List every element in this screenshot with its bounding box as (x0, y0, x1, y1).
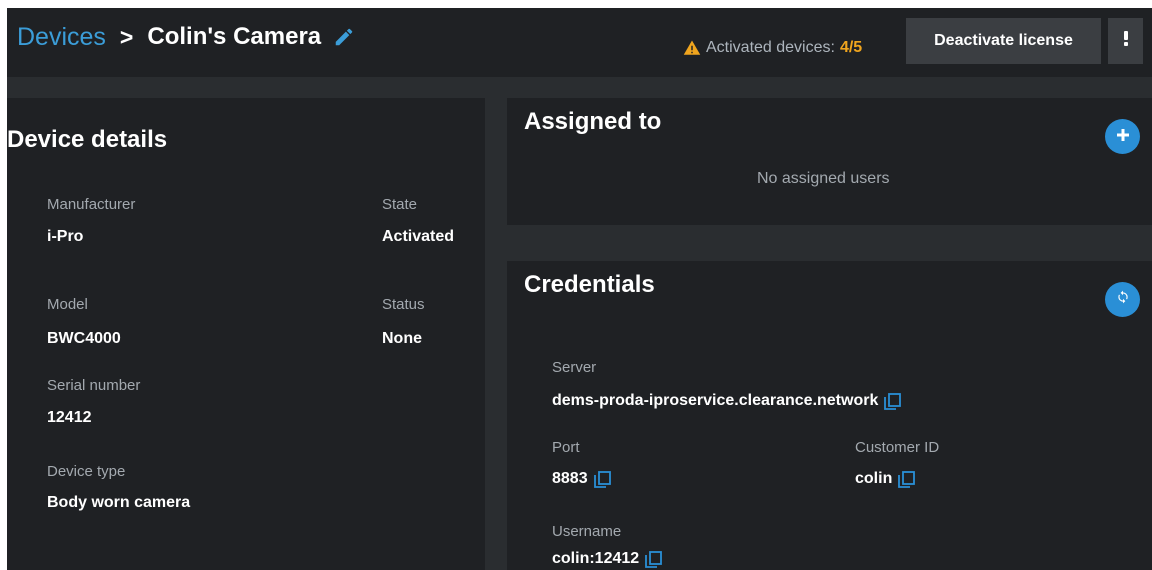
state-value: Activated (382, 228, 455, 245)
server-value: dems-proda-iproservice.clearance.network (552, 392, 879, 409)
username-label: Username (552, 523, 622, 540)
status-label: Status (382, 296, 425, 313)
device-details-panel: Device details Manufacturer i-Pro State … (7, 98, 485, 570)
server-value-row: dems-proda-iproservice.clearance.network (552, 392, 902, 410)
breadcrumb-devices-link[interactable]: Devices (17, 23, 106, 52)
state-label: State (382, 196, 418, 213)
device-name-title: Colin's Camera (147, 23, 322, 50)
copy-username-icon[interactable] (645, 550, 663, 568)
refresh-credentials-button[interactable] (1105, 282, 1140, 317)
device-type-value: Body worn camera (47, 494, 191, 511)
customer-id-value-row: colin (855, 470, 916, 488)
username-value: colin:12412 (552, 550, 640, 567)
customer-id-value: colin (855, 470, 893, 487)
copy-port-icon[interactable] (593, 470, 611, 488)
username-value-row: colin:12412 (552, 550, 663, 568)
port-label: Port (552, 439, 580, 456)
credentials-panel: Credentials Server dems-proda-iproservic… (507, 261, 1152, 570)
refresh-icon (1116, 290, 1130, 309)
warning-icon (683, 39, 701, 57)
assigned-to-title: Assigned to (524, 108, 662, 135)
serial-number-label: Serial number (47, 377, 141, 394)
server-label: Server (552, 359, 597, 376)
device-details-title: Device details (7, 126, 168, 153)
copy-server-icon[interactable] (884, 392, 902, 410)
deactivate-license-button[interactable]: Deactivate license (906, 18, 1101, 64)
serial-number-value: 12412 (47, 409, 92, 426)
activated-devices-count: 4/5 (839, 39, 863, 56)
add-user-button[interactable] (1105, 119, 1140, 154)
model-value: BWC4000 (47, 330, 121, 347)
port-value: 8883 (552, 470, 588, 487)
kebab-menu-icon (1123, 30, 1129, 52)
port-value-row: 8883 (552, 470, 611, 488)
more-options-button[interactable] (1108, 18, 1143, 64)
copy-customer-id-icon[interactable] (898, 470, 916, 488)
app-window: Devices > Colin's Camera Activated devic… (7, 8, 1152, 570)
customer-id-label: Customer ID (855, 439, 940, 456)
activated-devices-label: Activated devices: (706, 39, 835, 56)
manufacturer-label: Manufacturer (47, 196, 136, 213)
manufacturer-value: i-Pro (47, 228, 84, 245)
plus-icon (1116, 128, 1129, 146)
no-assigned-users-text: No assigned users (757, 170, 890, 187)
breadcrumb-separator: > (119, 23, 134, 50)
device-type-label: Device type (47, 463, 126, 480)
breadcrumb: Devices > Colin's Camera (17, 22, 355, 52)
page-header: Devices > Colin's Camera Activated devic… (7, 8, 1152, 77)
credentials-title: Credentials (524, 271, 655, 298)
activated-devices-indicator: Activated devices: 4/5 (683, 38, 862, 58)
model-label: Model (47, 296, 88, 313)
assigned-to-panel: Assigned to No assigned users (507, 98, 1152, 225)
pencil-icon[interactable] (333, 26, 355, 48)
status-value: None (382, 330, 422, 347)
